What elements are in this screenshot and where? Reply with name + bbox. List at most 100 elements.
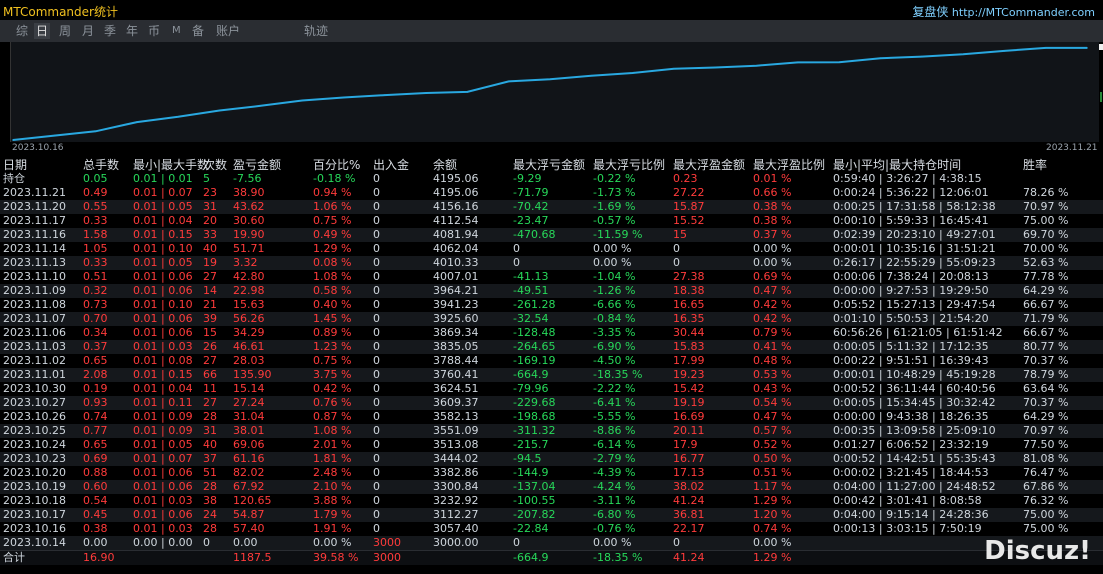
- cell-deposit: 出入金: [373, 158, 410, 172]
- cell-pct: 0.00 %: [313, 536, 352, 549]
- cell-max-float-loss: -23.47: [513, 214, 549, 227]
- cell-max-float-profit-pct: 0.43 %: [753, 382, 792, 395]
- tab-month[interactable]: 月: [80, 23, 96, 39]
- table-row: 2023.10.19 0.60 0.01 | 0.06 28 67.92 2.10 % 0 3…: [0, 480, 1103, 494]
- table-row: 2023.11.13 0.33 0.01 | 0.05 19 3.32 0.08 % 0 40…: [0, 256, 1103, 270]
- cell-max-float-profit: 0: [673, 536, 680, 549]
- balance-point: [631, 72, 634, 74]
- cell-max-float-loss-pct: -1.26 %: [593, 284, 636, 297]
- balance-point: [301, 99, 304, 102]
- cell-win-rate: 67.86 %: [1023, 480, 1069, 493]
- tab-notes[interactable]: 备: [190, 23, 206, 39]
- cell-max-float-profit-pct: 0.51 %: [753, 466, 792, 479]
- cell-max-float-loss-pct: -18.35 %: [593, 368, 643, 381]
- cell-max-float-profit: 15: [673, 228, 687, 241]
- cell-max-float-loss-pct: -0.76 %: [593, 522, 636, 535]
- cell-max-float-loss-pct: -1.73 %: [593, 186, 636, 199]
- tab-day[interactable]: 日: [34, 23, 51, 39]
- cell-win-rate: 76.32 %: [1023, 494, 1069, 507]
- cell-win-rate: 78.26 %: [1023, 186, 1069, 199]
- table-row: 2023.11.01 2.08 0.01 | 0.15 66 135.90 3.75 % 0…: [0, 368, 1103, 382]
- tab-currency[interactable]: 币: [146, 23, 162, 39]
- balance-chart: 2023.10.16 2023.11.21: [0, 42, 1103, 154]
- tab-year[interactable]: 年: [124, 23, 140, 39]
- tab-m[interactable]: M: [170, 23, 183, 39]
- chart-right-scale: [1099, 42, 1103, 154]
- cell-min-max-lots: 0.01 | 0.04: [133, 382, 193, 395]
- cell-min-max-lots: 0.01 | 0.08: [133, 354, 193, 367]
- cell-max-float-loss-pct: 0.00 %: [593, 256, 632, 269]
- cell-min-max-lots: 0.01 | 0.06: [133, 284, 193, 297]
- cell-win-rate: 75.00 %: [1023, 522, 1069, 535]
- cell-win-rate: 70.37 %: [1023, 396, 1069, 409]
- cell-pnl: 27.24: [233, 396, 265, 409]
- cell-max-float-profit: 36.81: [673, 508, 705, 521]
- cell-max-float-loss: 最大浮亏金额: [513, 158, 586, 172]
- cell-count: 33: [203, 228, 217, 241]
- cell-max-float-profit-pct: 0.74 %: [753, 522, 792, 535]
- cell-max-float-loss: -664.9: [513, 551, 549, 564]
- cell-count: 31: [203, 424, 217, 437]
- cell-date: 2023.10.17: [3, 508, 66, 521]
- balance-point: [342, 96, 345, 99]
- tab-overview[interactable]: 综: [14, 23, 30, 39]
- cell-deposit: 0: [373, 326, 380, 339]
- cell-deposit: 3000: [373, 551, 401, 564]
- cell-max-float-loss-pct: 0.00 %: [593, 242, 632, 255]
- table-row: 2023.11.08 0.73 0.01 | 0.10 21 15.63 0.40 % 0 3…: [0, 298, 1103, 312]
- table-row: 2023.10.16 0.38 0.01 | 0.03 28 57.40 1.91 % 0 3…: [0, 522, 1103, 536]
- cell-balance: 4112.54: [433, 214, 479, 227]
- cell-max-float-profit-pct: 0.38 %: [753, 200, 792, 213]
- cell-hold-time: 0:00:42 | 3:01:41 | 8:08:58: [833, 494, 982, 507]
- cell-max-float-profit: 0: [673, 242, 680, 255]
- cell-max-float-loss-pct: -4.39 %: [593, 466, 636, 479]
- table-row: 2023.11.07 0.70 0.01 | 0.06 39 56.26 1.45 % 0 3…: [0, 312, 1103, 326]
- cell-total-lots: 0.38: [83, 522, 108, 535]
- cell-hold-time: 0:01:27 | 6:06:52 | 23:32:19: [833, 438, 989, 451]
- cell-pct: 0.94 %: [313, 186, 352, 199]
- cell-pnl: 67.92: [233, 480, 265, 493]
- cell-min-max-lots: 0.01 | 0.05: [133, 438, 193, 451]
- cell-win-rate: 81.08 %: [1023, 452, 1069, 465]
- cell-pct: 1.08 %: [313, 270, 352, 283]
- cell-win-rate: 70.97 %: [1023, 200, 1069, 213]
- cell-max-float-profit: 16.77: [673, 452, 705, 465]
- cell-count: 20: [203, 214, 217, 227]
- cell-hold-time: 最小|平均|最大持仓时间: [833, 158, 962, 172]
- balance-point: [1086, 47, 1088, 49]
- cell-total-lots: 16.90: [83, 551, 115, 564]
- cell-hold-time: 0:00:00 | 9:43:38 | 18:26:35: [833, 410, 989, 423]
- table-row: 2023.11.21 0.49 0.01 | 0.07 23 38.90 0.94 % 0 4…: [0, 186, 1103, 200]
- cell-max-float-loss-pct: -2.22 %: [593, 382, 636, 395]
- cell-max-float-profit: 15.52: [673, 214, 705, 227]
- tab-account[interactable]: 账户: [214, 23, 242, 39]
- balance-point: [384, 94, 386, 96]
- cell-deposit: 0: [373, 298, 380, 311]
- table-row: 2023.11.03 0.37 0.01 | 0.03 26 46.61 1.23 % 0 3…: [0, 340, 1103, 354]
- cell-max-float-loss: -70.42: [513, 200, 549, 213]
- cell-min-max-lots: 0.01 | 0.06: [133, 466, 193, 479]
- cell-pnl: 34.29: [233, 326, 265, 339]
- cell-hold-time: 0:00:24 | 5:36:22 | 12:06:01: [833, 186, 989, 199]
- cell-count: 40: [203, 438, 217, 451]
- cell-total-lots: 0.00: [83, 536, 108, 549]
- cell-pnl: 120.65: [233, 494, 272, 507]
- cell-balance: 3513.08: [433, 438, 479, 451]
- cell-balance: 3232.92: [433, 494, 479, 507]
- cell-total-lots: 0.05: [83, 172, 108, 185]
- cell-balance: 3760.41: [433, 368, 479, 381]
- cell-date: 2023.11.02: [3, 354, 66, 367]
- cell-date: 2023.11.07: [3, 312, 66, 325]
- cell-max-float-profit-pct: 0.00 %: [753, 242, 792, 255]
- tab-quarter[interactable]: 季: [102, 23, 118, 39]
- tab-track[interactable]: 轨迹: [302, 23, 330, 39]
- cell-balance: 3869.34: [433, 326, 479, 339]
- cell-max-float-loss-pct: -1.69 %: [593, 200, 636, 213]
- cell-pct: 3.88 %: [313, 494, 352, 507]
- tab-week[interactable]: 周: [57, 23, 73, 39]
- cell-deposit: 0: [373, 438, 380, 451]
- cell-max-float-loss-pct: -1.04 %: [593, 270, 636, 283]
- cell-total-lots: 0.93: [83, 396, 108, 409]
- cell-max-float-loss: -41.13: [513, 270, 549, 283]
- brand-url-link[interactable]: http://MTCommander.com: [952, 6, 1095, 19]
